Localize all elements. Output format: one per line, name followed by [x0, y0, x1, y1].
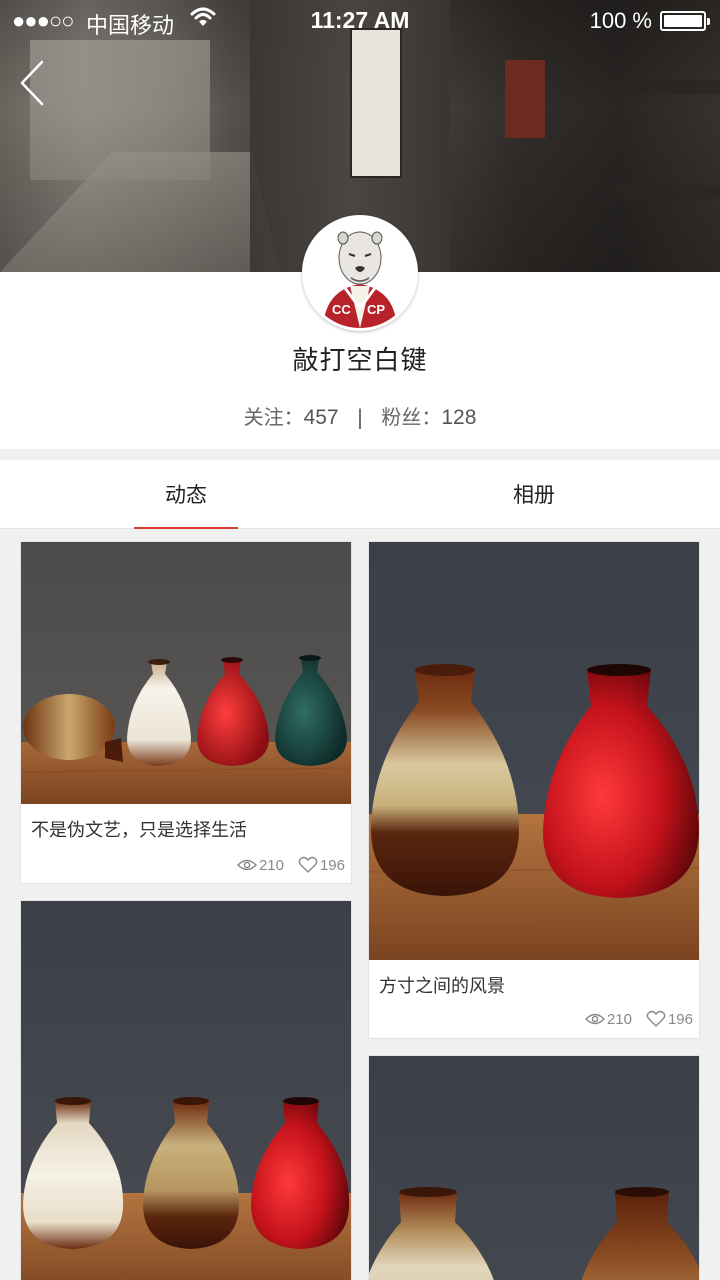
- like-count: 196: [319, 856, 345, 874]
- content-tabs: 动态 相册: [0, 460, 720, 529]
- post-card[interactable]: [368, 1055, 700, 1280]
- stats-separator: |: [356, 405, 364, 429]
- back-button[interactable]: [14, 58, 54, 108]
- eye-icon: [584, 1013, 605, 1025]
- post-card[interactable]: 不是伪文艺，只是选择生活 210 196: [20, 541, 352, 884]
- svg-text:CP: CP: [367, 302, 385, 317]
- post-caption: 不是伪文艺，只是选择生活: [31, 820, 247, 841]
- svg-text:CC: CC: [332, 302, 351, 317]
- post-card[interactable]: [20, 900, 352, 1280]
- follow-stats: 关注：457 | 粉丝：128: [0, 401, 720, 430]
- following-label: 关注：: [243, 405, 304, 429]
- status-bar: ●●●○○ 中国移动 11:27 AM 100 %: [0, 0, 720, 40]
- post-photo: [369, 1056, 699, 1280]
- followers-link[interactable]: 粉丝：128: [381, 405, 476, 429]
- battery-icon: [660, 11, 710, 31]
- tab-album[interactable]: 相册: [482, 460, 586, 529]
- avatar[interactable]: CC CP: [302, 215, 418, 331]
- view-count: 210: [258, 856, 284, 874]
- followers-label: 粉丝：: [381, 405, 442, 429]
- post-photo: [21, 901, 351, 1280]
- username: 敲打空白键: [292, 346, 428, 376]
- view-count: 210: [606, 1010, 632, 1028]
- following-link[interactable]: 关注：457: [244, 405, 339, 429]
- post-card[interactable]: 方寸之间的风景 210 196: [368, 541, 700, 1039]
- eye-icon: [236, 859, 257, 871]
- following-count: 457: [303, 406, 339, 429]
- like-count: 196: [667, 1010, 693, 1028]
- post-photo: [369, 542, 699, 960]
- post-stats: 210 196: [584, 1010, 693, 1028]
- followers-count: 128: [441, 406, 477, 429]
- lion-avatar-icon: CC CP: [305, 218, 415, 328]
- post-stats: 210 196: [236, 856, 345, 874]
- battery-percentage: 100 %: [589, 8, 652, 33]
- post-photo: [21, 542, 351, 804]
- post-caption: 方寸之间的风景: [379, 976, 505, 997]
- chevron-left-icon: [20, 60, 44, 106]
- heart-icon[interactable]: [298, 856, 318, 874]
- tab-feed[interactable]: 动态: [134, 460, 238, 529]
- heart-icon[interactable]: [646, 1010, 666, 1028]
